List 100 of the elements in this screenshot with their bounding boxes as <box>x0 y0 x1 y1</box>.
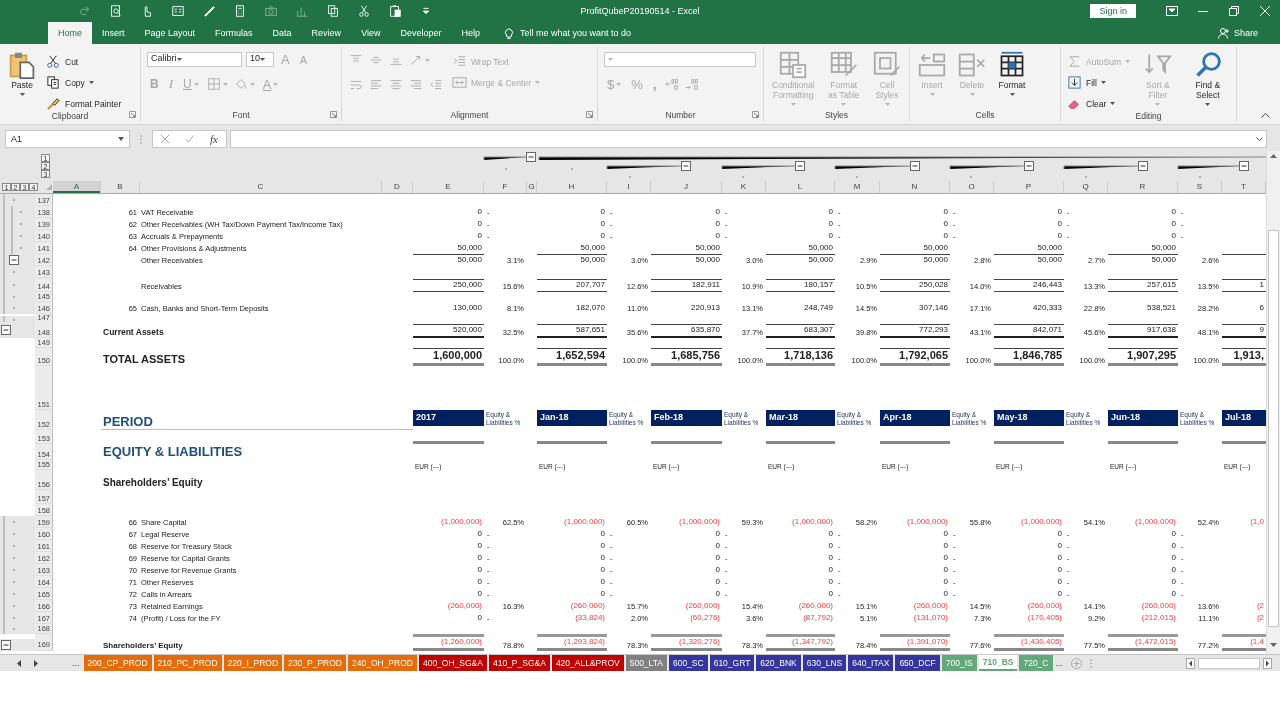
ribbon-tab[interactable]: Data <box>262 22 302 44</box>
table-cell-text: 0 <box>1056 207 1063 218</box>
ribbon-tab[interactable]: Insert <box>92 22 135 44</box>
window-title: ProfitQubeP20190514 - Excel <box>580 6 700 16</box>
table-cell: 587,651 <box>537 324 607 338</box>
ribbon-tab[interactable]: Home <box>48 22 92 44</box>
table-cell-text: 0 <box>942 553 949 564</box>
table-cell-text: 0 <box>476 589 483 600</box>
table-cell-text: (1,000,000) <box>791 517 834 528</box>
dropdown-field[interactable]: 10 <box>246 52 274 67</box>
sheet-tab[interactable]: 610_GRT <box>709 655 755 671</box>
table-cell-text: 0 <box>942 529 949 540</box>
table-cell-text: (170,405) <box>1026 613 1063 624</box>
column-header[interactable]: G <box>527 181 537 193</box>
ribbon-tab[interactable]: Review <box>301 22 352 44</box>
ribbon-tab[interactable]: View <box>351 22 391 44</box>
table-cell-text: 0 <box>714 577 721 588</box>
table-cell-text: 0 <box>599 553 606 564</box>
column-header[interactable]: H <box>537 181 607 193</box>
ribbon-tab[interactable]: Developer <box>390 22 452 44</box>
sign-in-button[interactable]: Sign in <box>1090 4 1136 18</box>
ribbon-button[interactable]: Format <box>996 50 1028 97</box>
ribbon-button[interactable]: Cut <box>46 54 79 69</box>
column-header[interactable]: N <box>880 181 950 193</box>
table-cell-text: 0 <box>1170 219 1177 230</box>
column-header[interactable]: S <box>1178 181 1222 193</box>
table-cell-text: 0 <box>1170 553 1177 564</box>
column-header[interactable]: B <box>101 181 140 193</box>
table-cell-text: 50,000 <box>1150 243 1177 254</box>
ribbon-tab[interactable]: Formulas <box>205 22 263 44</box>
row-label: TOTAL ASSETS <box>102 353 187 367</box>
sheet-tab[interactable]: 640_ITAX <box>848 655 894 671</box>
column-header[interactable]: I <box>607 181 651 193</box>
table-cell-text: 0 <box>599 577 606 588</box>
ribbon-button[interactable]: Paste <box>6 50 38 97</box>
dropdown-field[interactable]: Calibri <box>147 52 242 67</box>
table-cell-text: (1,000,000) <box>440 517 483 528</box>
search-prompt[interactable]: Tell me what you want to do <box>520 28 632 38</box>
sheet-tab[interactable]: 650_DCF <box>895 655 940 671</box>
more-tabs-button[interactable]: ... <box>68 655 84 671</box>
table-cell-text: 0 <box>827 565 834 576</box>
table-cell-text: 50,000 <box>456 243 483 254</box>
sheet-tab[interactable]: 400_OH_SG&A <box>418 655 487 671</box>
column-header[interactable]: O <box>950 181 994 193</box>
table-cell-text: (260,000) <box>797 601 834 612</box>
table-cell-text: 0 <box>476 541 483 552</box>
section-heading: PERIOD <box>101 414 413 430</box>
table-cell: 50,000 <box>994 254 1064 266</box>
table-cell-text: 0 <box>599 207 606 218</box>
section-heading: EQUITY & LIABILITIES <box>102 444 244 460</box>
column-header[interactable]: M <box>835 181 880 193</box>
sheet-tab[interactable]: 630_LNS <box>802 655 847 671</box>
sheet-tab[interactable]: 500_LTA <box>625 655 667 671</box>
ribbon-button[interactable]: Copy <box>46 75 94 90</box>
table-cell: 246,443 <box>994 279 1064 292</box>
column-header[interactable]: D <box>382 181 413 193</box>
ribbon-button[interactable]: Find & Select <box>1185 50 1230 107</box>
period-header-cell: Feb-18 <box>651 410 722 426</box>
table-cell-text: 6 <box>1258 303 1265 314</box>
column-header[interactable]: P <box>994 181 1064 193</box>
table-cell-text: 220,913 <box>690 303 721 314</box>
ribbon-button[interactable]: Format Painter <box>46 96 122 111</box>
sheet-tab[interactable]: 620_BNK <box>756 655 801 671</box>
column-header[interactable]: Q <box>1064 181 1108 193</box>
table-cell: 180,157 <box>766 279 835 292</box>
column-header[interactable]: L <box>766 181 835 193</box>
share-button[interactable]: Share <box>1211 22 1264 44</box>
sheet-tab[interactable]: 410_P_SG&A <box>488 655 550 671</box>
row-label: Current Assets <box>102 327 165 338</box>
table-cell-text: 0 <box>476 207 483 218</box>
column-header[interactable]: K <box>722 181 766 193</box>
period-header-cell: Jul-18 <box>1222 410 1266 426</box>
table-cell-text: (2 <box>1255 601 1265 612</box>
ribbon-tab[interactable]: Help <box>451 22 491 44</box>
column-header[interactable]: R <box>1108 181 1178 193</box>
table-cell-text: (1,000,000) <box>678 517 721 528</box>
column-header[interactable]: F <box>484 181 527 193</box>
table-cell: (1,293,824) <box>537 634 607 651</box>
table-cell: 50,000 <box>1108 254 1178 266</box>
table-cell-text: 538,521 <box>1146 303 1177 314</box>
section-heading: Shareholders’ Equity <box>102 477 204 490</box>
ribbon-tab[interactable]: Page Layout <box>134 22 206 44</box>
ribbon-button[interactable]: Clear <box>1067 96 1116 111</box>
column-header[interactable]: C <box>140 181 382 193</box>
column-header[interactable]: A <box>53 181 101 193</box>
sheet-tab[interactable]: 420_ALL&PROV <box>551 655 624 671</box>
insert-function-button[interactable]: fx <box>210 133 218 145</box>
name-box[interactable]: A1 <box>5 130 130 148</box>
sheet-tab[interactable]: 600_SC <box>668 655 708 671</box>
ribbon-button[interactable]: Fill <box>1067 75 1106 90</box>
table-cell: 250,028 <box>880 279 950 292</box>
table-cell-text: (260,000) <box>1140 601 1177 612</box>
table-cell-text: 0 <box>1056 219 1063 230</box>
more-tabs-button[interactable]: ... <box>1055 658 1063 668</box>
table-cell-text: 0 <box>1056 589 1063 600</box>
column-header[interactable]: E <box>413 181 484 193</box>
table-cell-text: 0 <box>942 565 949 576</box>
group-label: Font <box>232 109 250 120</box>
column-header[interactable]: J <box>651 181 722 193</box>
table-cell: 50,000 <box>880 254 950 266</box>
